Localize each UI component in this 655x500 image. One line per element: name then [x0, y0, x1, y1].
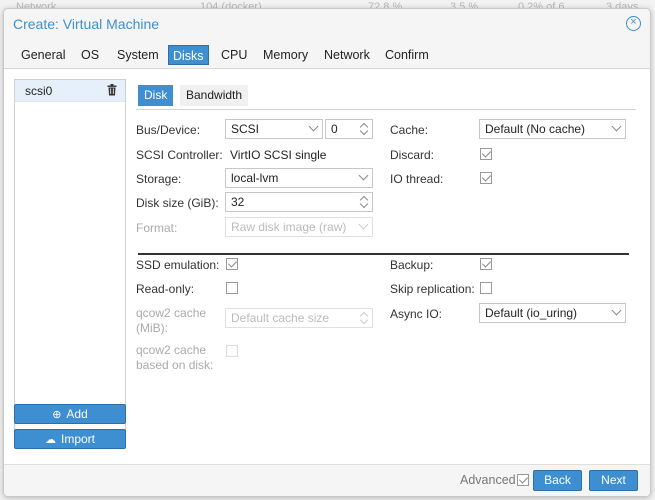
advanced-checkbox[interactable]: [517, 474, 529, 486]
qcow2-cache-disk-label-line1: qcow2 cache: [136, 343, 207, 357]
qcow2-cache-label-line2: (MiB):: [136, 321, 168, 335]
storage-select-value: local-lvm: [231, 171, 279, 185]
spinner-icon[interactable]: [360, 121, 368, 137]
qcow2-cache-disk-label-line2: based on disk:: [136, 358, 214, 372]
storage-select[interactable]: local-lvm: [225, 168, 373, 188]
scsi-controller-label: SCSI Controller:: [136, 148, 223, 162]
close-icon[interactable]: ×: [626, 16, 641, 31]
io-thread-checkbox[interactable]: [480, 172, 492, 184]
spinner-icon: [360, 310, 368, 326]
backup-label: Backup:: [390, 258, 434, 272]
dialog-footer: Advanced Back Next: [4, 464, 650, 496]
scsi-controller-value: VirtIO SCSI single: [230, 148, 327, 162]
qcow2-cache-label: qcow2 cache (MiB):: [136, 306, 206, 336]
disk-subtabs: Disk Bandwidth: [136, 84, 636, 110]
read-only-checkbox[interactable]: [226, 282, 238, 294]
disk-size-stepper[interactable]: 32: [225, 192, 373, 212]
chevron-down-icon: [358, 170, 369, 181]
tab-general[interactable]: General: [17, 45, 69, 65]
chevron-down-icon: [611, 305, 622, 316]
discard-checkbox[interactable]: [480, 148, 492, 160]
disk-size-label: Disk size (GiB):: [136, 196, 219, 210]
async-io-select[interactable]: Default (io_uring): [479, 303, 626, 323]
spinner-icon[interactable]: [360, 194, 368, 210]
plus-circle-icon: ⊕: [52, 409, 62, 421]
backup-checkbox[interactable]: [480, 258, 492, 270]
bus-device-label: Bus/Device:: [136, 123, 201, 137]
chevron-down-icon: [308, 121, 319, 132]
chevron-down-icon: [358, 219, 369, 230]
async-io-label: Async IO:: [390, 307, 443, 321]
chevron-down-icon: [611, 121, 622, 132]
tab-confirm[interactable]: Confirm: [381, 45, 433, 65]
device-number-value: 0: [331, 122, 338, 136]
qcow2-cache-input: Default cache size: [225, 308, 373, 328]
tab-system[interactable]: System: [113, 45, 163, 65]
subtab-bandwidth[interactable]: Bandwidth: [180, 85, 249, 106]
back-button[interactable]: Back: [533, 470, 582, 491]
add-button-label: Add: [66, 407, 88, 421]
tab-network[interactable]: Network: [320, 45, 374, 65]
storage-label: Storage:: [136, 172, 182, 186]
read-only-label: Read-only:: [136, 282, 195, 296]
io-thread-label: IO thread:: [390, 172, 444, 186]
format-label: Format:: [136, 221, 178, 235]
qcow2-cache-label-line1: qcow2 cache: [136, 306, 207, 320]
disk-list: scsi0: [14, 79, 126, 438]
tab-disks[interactable]: Disks: [168, 45, 209, 65]
section-divider: [138, 253, 629, 255]
bus-select-value: SCSI: [231, 122, 260, 136]
tab-os[interactable]: OS: [77, 45, 103, 65]
dialog-title: Create: Virtual Machine: [13, 16, 160, 32]
device-number-stepper[interactable]: 0: [325, 119, 373, 139]
disk-size-value: 32: [231, 195, 245, 209]
skip-replication-checkbox[interactable]: [480, 282, 492, 294]
wizard-tabs: General OS System Disks CPU Memory Netwo…: [4, 41, 650, 69]
tab-memory[interactable]: Memory: [259, 45, 312, 65]
async-io-select-value: Default (io_uring): [485, 306, 578, 320]
cache-select-value: Default (No cache): [485, 122, 586, 136]
format-select: Raw disk image (raw): [225, 217, 373, 237]
ssd-emulation-checkbox[interactable]: [226, 258, 238, 270]
create-vm-dialog: Create: Virtual Machine × General OS Sys…: [3, 8, 651, 497]
disk-list-item-scsi0[interactable]: scsi0: [15, 80, 125, 102]
qcow2-cache-disk-label: qcow2 cache based on disk:: [136, 343, 213, 373]
add-disk-button[interactable]: ⊕ Add: [14, 404, 126, 424]
import-disk-button[interactable]: ☁ Import: [14, 429, 126, 449]
tab-cpu[interactable]: CPU: [217, 45, 251, 65]
disk-item-label: scsi0: [25, 84, 53, 98]
import-button-label: Import: [60, 432, 95, 446]
cache-label: Cache:: [390, 123, 429, 137]
bus-select[interactable]: SCSI: [225, 119, 323, 139]
qcow2-cache-disk-checkbox: [226, 345, 238, 357]
cloud-upload-icon: ☁: [44, 434, 56, 446]
dialog-header: Create: Virtual Machine ×: [4, 9, 650, 41]
next-button[interactable]: Next: [589, 470, 638, 491]
discard-label: Discard:: [390, 148, 435, 162]
format-select-value: Raw disk image (raw): [231, 220, 347, 234]
advanced-label: Advanced: [460, 473, 516, 487]
trash-icon[interactable]: [107, 84, 117, 96]
subtab-disk[interactable]: Disk: [138, 85, 174, 106]
qcow2-cache-placeholder: Default cache size: [231, 311, 330, 325]
ssd-emulation-label: SSD emulation:: [136, 258, 220, 272]
skip-replication-label: Skip replication:: [390, 282, 475, 296]
cache-select[interactable]: Default (No cache): [479, 119, 626, 139]
